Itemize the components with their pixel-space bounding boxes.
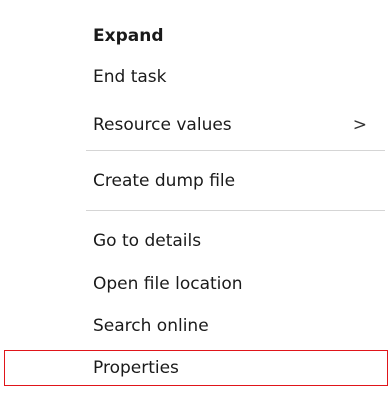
context-menu: Expand End task Resource values > Create… (0, 0, 392, 398)
menu-item-expand[interactable]: Expand (93, 18, 388, 54)
menu-item-resource-values[interactable]: Resource values > (93, 107, 388, 143)
menu-separator (86, 210, 385, 211)
chevron-right-icon: > (352, 115, 367, 135)
menu-item-label: Search online (93, 316, 209, 336)
menu-item-label: End task (93, 67, 167, 87)
menu-item-label: Create dump file (93, 171, 236, 191)
menu-item-search-online[interactable]: Search online (93, 308, 388, 344)
menu-item-create-dump-file[interactable]: Create dump file (93, 163, 388, 199)
menu-item-label: Open file location (93, 274, 243, 294)
menu-separator (86, 150, 385, 151)
menu-item-label: Expand (93, 26, 164, 46)
menu-item-label: Resource values (93, 115, 232, 135)
highlight-box (4, 350, 388, 386)
menu-item-label: Go to details (93, 231, 202, 251)
menu-item-end-task[interactable]: End task (93, 59, 388, 95)
screenshot-stage: Expand End task Resource values > Create… (0, 0, 392, 398)
menu-item-open-file-location[interactable]: Open file location (93, 266, 388, 302)
menu-item-go-to-details[interactable]: Go to details (93, 223, 388, 259)
